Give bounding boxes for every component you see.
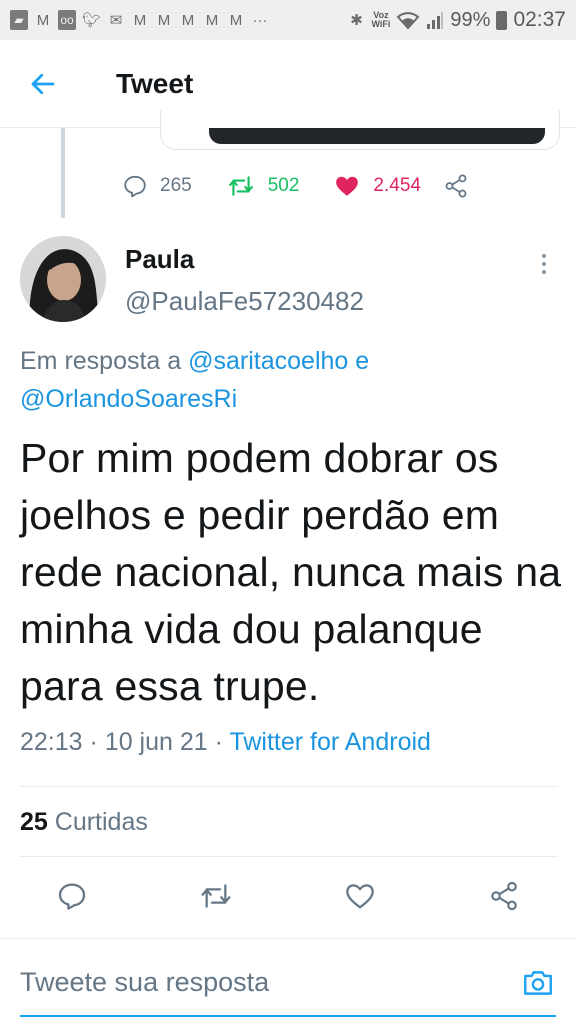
reply-input[interactable]: Tweete sua resposta — [20, 967, 269, 998]
twitter-icon: 🐦︎ — [82, 12, 102, 29]
retweet-button[interactable] — [196, 876, 236, 916]
reply-prefix: Em resposta a — [20, 347, 182, 375]
reply-button[interactable] — [52, 876, 92, 916]
reply-icon — [58, 883, 86, 910]
mention-joiner: e — [355, 347, 370, 375]
like-button[interactable] — [340, 876, 380, 916]
camera-icon — [524, 971, 552, 995]
heart-icon — [336, 176, 359, 196]
mention-link-2[interactable]: @OrlandoSoaresRi — [20, 385, 237, 413]
gmail-icon: M — [229, 11, 243, 29]
camera-button[interactable] — [518, 963, 558, 1003]
gmail-icon: M — [181, 11, 195, 29]
avatar[interactable] — [20, 236, 106, 322]
back-button[interactable] — [0, 40, 88, 128]
share-button[interactable] — [484, 876, 524, 916]
email-icon: ✉ — [109, 12, 123, 29]
battery-percent: 99% — [450, 8, 491, 31]
voicemail-icon: oo — [58, 10, 76, 30]
tweet-time: 22:13 — [20, 728, 83, 756]
wifi-icon — [396, 12, 420, 30]
reply-composer: Tweete sua resposta — [0, 938, 576, 1024]
voz-wifi-icon: Voz WiFi — [371, 10, 391, 29]
reply-count: 265 — [160, 175, 192, 196]
divider — [20, 856, 558, 857]
author-name[interactable]: Paula — [125, 244, 194, 275]
replying-to: Em resposta a @saritacoelho e @OrlandoSo… — [20, 342, 560, 418]
bluetooth-icon: ✱ — [350, 12, 363, 29]
gmail-icon: M — [133, 11, 147, 29]
previous-share-button[interactable] — [443, 173, 481, 199]
tweet-source-link[interactable]: Twitter for Android — [229, 728, 430, 756]
previous-tweet-media[interactable] — [160, 110, 560, 150]
thread-line — [61, 128, 65, 218]
author-handle[interactable]: @PaulaFe57230482 — [125, 286, 364, 317]
likes-summary[interactable]: 25 Curtidas — [20, 808, 148, 837]
gmail-icon: M — [205, 11, 219, 29]
status-bar: ▰ M oo 🐦︎ ✉ M M M M M ··· ✱ Voz WiFi 99% … — [0, 0, 576, 40]
previous-retweet-button[interactable]: 502 — [226, 173, 300, 199]
heart-icon — [346, 884, 374, 909]
signal-icon — [427, 12, 444, 29]
page-title: Tweet — [116, 67, 194, 99]
likes-count: 25 — [20, 808, 48, 836]
previous-reply-button[interactable]: 265 — [122, 173, 192, 199]
more-vertical-icon — [542, 254, 546, 258]
tweet-metadata: 22:13 · 10 jun 21 · Twitter for Android — [20, 728, 431, 757]
arrow-left-icon — [31, 73, 55, 94]
clock: 02:37 — [513, 8, 566, 31]
reply-input-underline — [20, 1015, 556, 1017]
notification-icons: ▰ M oo 🐦︎ ✉ M M M M M ··· — [10, 10, 347, 30]
message-icon: ▰ — [10, 10, 28, 30]
tweet-action-bar — [0, 868, 576, 924]
share-icon — [445, 174, 467, 198]
retweet-icon — [201, 884, 231, 908]
likes-label: Curtidas — [54, 808, 148, 836]
gmail-icon: M — [157, 11, 171, 29]
meta-separator: · — [214, 728, 223, 756]
divider — [20, 786, 558, 787]
reply-icon — [124, 175, 146, 198]
avatar-image — [20, 236, 106, 322]
mention-link-1[interactable]: @saritacoelho — [188, 347, 348, 375]
battery-icon — [496, 10, 508, 30]
tweet-date: 10 jun 21 — [104, 728, 208, 756]
meta-separator: · — [89, 728, 98, 756]
retweet-count: 502 — [267, 175, 300, 196]
gmail-icon: M — [36, 11, 50, 29]
share-icon — [491, 881, 517, 911]
more-options-button[interactable] — [528, 248, 560, 280]
tweet-text: Por mim podem dobrar os joelhos e pedir … — [20, 435, 562, 709]
like-count: 2.454 — [373, 175, 421, 196]
more-notifications-icon: ··· — [252, 11, 268, 29]
previous-like-button[interactable]: 2.454 — [333, 173, 421, 199]
media-image — [209, 128, 545, 144]
previous-tweet-actions: 265 502 2.454 — [122, 166, 515, 206]
retweet-icon — [228, 176, 253, 196]
